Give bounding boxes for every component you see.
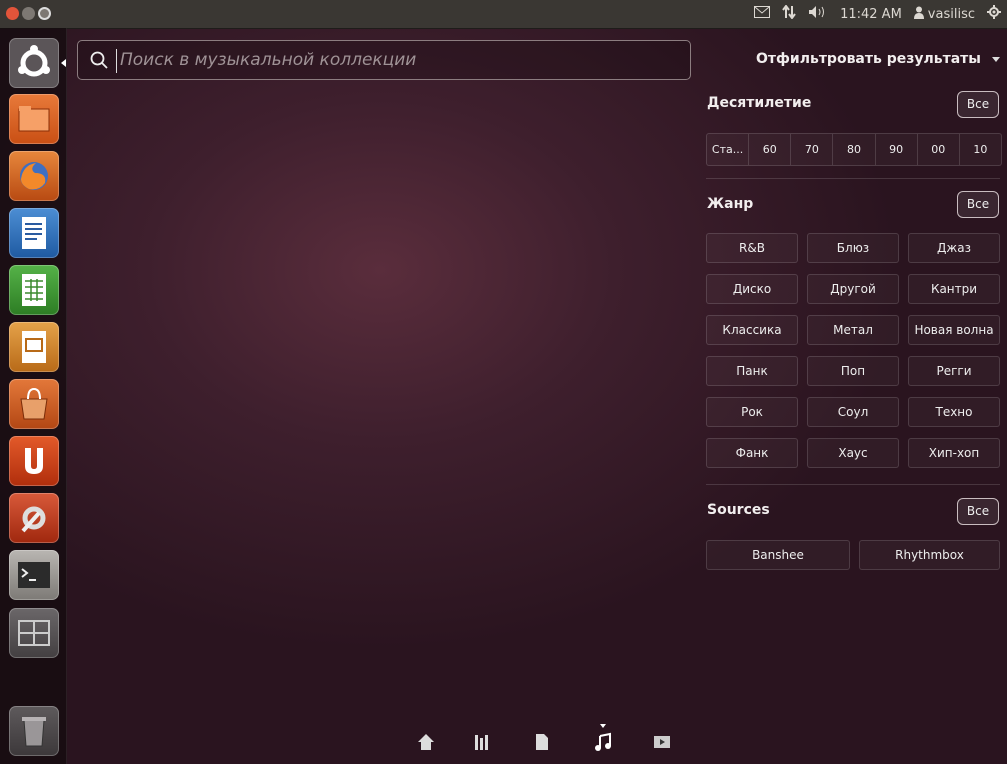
sources-filter: Banshee Rhythmbox <box>706 540 1000 570</box>
system-settings-icon[interactable] <box>9 493 59 543</box>
decade-all-button[interactable]: Все <box>957 91 999 118</box>
genre-option[interactable]: Другой <box>807 274 899 304</box>
decade-option[interactable]: 00 <box>918 134 960 165</box>
ubuntu-dash-button[interactable] <box>9 38 59 88</box>
search-box[interactable]: Поиск в музыкальной коллекции <box>77 40 691 80</box>
calc-icon[interactable] <box>9 265 59 315</box>
genre-option[interactable]: Кантри <box>908 274 1000 304</box>
active-lens-indicator <box>600 724 606 728</box>
genre-option[interactable]: Диско <box>706 274 798 304</box>
text-cursor <box>116 49 117 73</box>
genre-option[interactable]: R&B <box>706 233 798 263</box>
genre-option[interactable]: Хип-хоп <box>908 438 1000 468</box>
firefox-icon[interactable] <box>9 151 59 201</box>
genre-option[interactable]: Регги <box>908 356 1000 386</box>
decade-title: Десятилетие <box>707 95 812 111</box>
genre-option[interactable]: Поп <box>807 356 899 386</box>
network-icon[interactable] <box>782 4 796 23</box>
music-lens-icon[interactable] <box>593 732 613 752</box>
launcher <box>0 28 67 764</box>
trash-icon[interactable] <box>9 706 59 756</box>
impress-icon[interactable] <box>9 322 59 372</box>
filter-results-toggle[interactable]: Отфильтровать результаты <box>756 51 1000 67</box>
sources-all-button[interactable]: Все <box>957 498 999 525</box>
workspaces-icon[interactable] <box>9 608 59 658</box>
writer-icon[interactable] <box>9 208 59 258</box>
maximize-window-button[interactable] <box>38 7 51 20</box>
launcher-active-arrow <box>61 59 66 67</box>
divider <box>706 178 1000 179</box>
genre-title: Жанр <box>707 196 754 212</box>
decade-option[interactable]: 80 <box>833 134 876 165</box>
decade-option[interactable]: Ста... <box>707 134 750 165</box>
sound-icon[interactable] <box>808 5 828 23</box>
source-option[interactable]: Banshee <box>706 540 850 570</box>
genre-all-button[interactable]: Все <box>957 191 999 218</box>
ubuntu-logo-icon <box>18 45 50 77</box>
home-lens-icon[interactable] <box>416 732 436 752</box>
search-icon <box>90 51 108 73</box>
apps-lens-icon[interactable] <box>472 732 492 752</box>
genre-option[interactable]: Блюз <box>807 233 899 263</box>
video-lens-icon[interactable] <box>652 732 672 752</box>
terminal-icon[interactable] <box>9 550 59 600</box>
ubuntu-one-icon[interactable] <box>9 436 59 486</box>
genre-option[interactable]: Техно <box>908 397 1000 427</box>
software-center-icon[interactable] <box>9 379 59 429</box>
genre-option[interactable]: Хаус <box>807 438 899 468</box>
genre-option[interactable]: Фанк <box>706 438 798 468</box>
top-panel: 11:42 AM vasilisc <box>0 0 1007 29</box>
clock[interactable]: 11:42 AM <box>840 7 902 22</box>
decade-option[interactable]: 10 <box>960 134 1001 165</box>
decade-option[interactable]: 90 <box>876 134 918 165</box>
user-menu[interactable]: vasilisc <box>913 6 975 23</box>
lens-bar <box>400 720 680 760</box>
session-gear-icon[interactable] <box>987 5 1001 23</box>
chevron-down-icon <box>991 56 1000 62</box>
decade-option[interactable]: 60 <box>749 134 792 165</box>
source-option[interactable]: Rhythmbox <box>859 540 1000 570</box>
sources-title: Sources <box>707 502 770 518</box>
user-name: vasilisc <box>927 6 975 22</box>
filter-results-label: Отфильтровать результаты <box>756 51 981 67</box>
files-lens-icon[interactable] <box>532 732 552 752</box>
minimize-window-button[interactable] <box>22 7 35 20</box>
genre-filter: R&B Блюз Джаз Диско Другой Кантри Класси… <box>706 233 1000 468</box>
decade-filter: Ста... 60 70 80 90 00 10 <box>706 133 1002 166</box>
genre-option[interactable]: Соул <box>807 397 899 427</box>
genre-option[interactable]: Панк <box>706 356 798 386</box>
user-icon <box>913 6 924 23</box>
files-icon[interactable] <box>9 94 59 144</box>
genre-option[interactable]: Джаз <box>908 233 1000 263</box>
mail-icon[interactable] <box>754 6 771 22</box>
decade-option[interactable]: 70 <box>791 134 834 165</box>
search-input[interactable]: Поиск в музыкальной коллекции <box>120 50 416 70</box>
close-window-button[interactable] <box>6 7 19 20</box>
genre-option[interactable]: Новая волна <box>908 315 1000 345</box>
genre-option[interactable]: Рок <box>706 397 798 427</box>
genre-option[interactable]: Метал <box>807 315 899 345</box>
divider <box>706 484 1000 485</box>
genre-option[interactable]: Классика <box>706 315 798 345</box>
